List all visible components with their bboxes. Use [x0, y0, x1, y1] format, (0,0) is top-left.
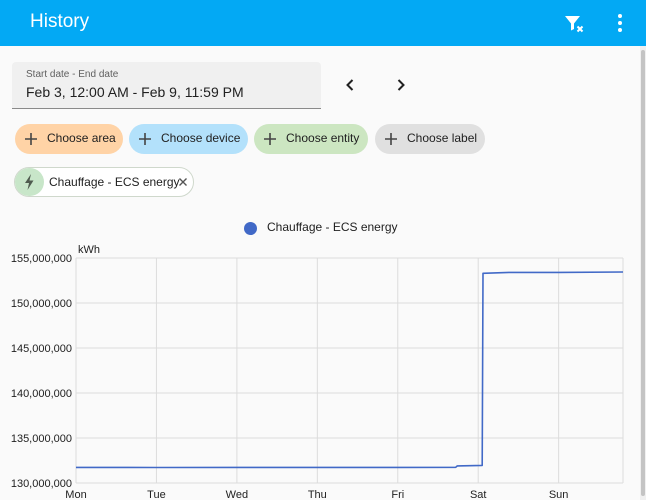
- date-range-picker[interactable]: Start date - End date Feb 3, 12:00 AM - …: [12, 62, 321, 109]
- filter-remove-icon: [565, 16, 584, 33]
- choose-label-button[interactable]: Choose label: [375, 124, 485, 154]
- dots-vertical-icon: [618, 14, 622, 32]
- y-axis-ticks: 155,000,000 150,000,000 145,000,000 140,000…: [11, 253, 72, 490]
- scrollbar-thumb[interactable]: [641, 50, 645, 496]
- x-tick-label: Sun: [549, 489, 569, 500]
- plus-icon: [385, 133, 397, 145]
- clear-filter-button[interactable]: [562, 11, 586, 35]
- y-tick-label: 135,000,000: [11, 433, 72, 445]
- lightning-bolt-icon: [25, 174, 34, 190]
- y-tick-label: 155,000,000: [11, 253, 72, 265]
- scrollbar[interactable]: [640, 46, 646, 500]
- y-tick-label: 130,000,000: [11, 478, 72, 490]
- x-axis-ticks: Mon Tue Wed Thu Fri Sat Sun: [65, 489, 568, 500]
- x-tick-label: Mon: [65, 489, 86, 500]
- y-tick-label: 145,000,000: [11, 343, 72, 355]
- selected-entity-label: Chauffage - ECS energy: [49, 175, 180, 189]
- x-tick-label: Tue: [147, 489, 166, 500]
- app-bar: History: [0, 0, 646, 46]
- x-tick-label: Thu: [308, 489, 327, 500]
- x-tick-label: Wed: [226, 489, 248, 500]
- chevron-left-icon: [346, 79, 354, 91]
- energy-history-chart: 155,000,000 150,000,000 145,000,000 140,000…: [11, 244, 624, 500]
- plus-icon: [264, 133, 276, 145]
- y-tick-label: 150,000,000: [11, 298, 72, 310]
- chevron-right-icon: [397, 79, 405, 91]
- legend-color-swatch: [244, 222, 257, 235]
- plus-icon: [139, 133, 151, 145]
- choose-device-label: Choose device: [161, 131, 241, 145]
- y-tick-label: 140,000,000: [11, 388, 72, 400]
- choose-device-button[interactable]: Choose device: [129, 124, 248, 154]
- date-range-label: Start date - End date: [26, 69, 119, 80]
- next-period-button[interactable]: [389, 73, 413, 97]
- legend-series-label: Chauffage - ECS energy: [267, 220, 398, 234]
- remove-entity-icon[interactable]: [175, 174, 191, 190]
- page-title: History: [30, 11, 90, 32]
- choose-label-label: Choose label: [407, 131, 478, 145]
- choose-area-label: Choose area: [47, 131, 116, 145]
- choose-area-button[interactable]: Choose area: [15, 124, 123, 154]
- plus-icon: [25, 133, 37, 145]
- chart-grid: [75, 257, 624, 484]
- y-axis-unit: kWh: [78, 244, 100, 256]
- overflow-menu-button[interactable]: [608, 11, 632, 35]
- date-range-value: Feb 3, 12:00 AM - Feb 9, 11:59 PM: [26, 84, 244, 100]
- choose-entity-button[interactable]: Choose entity: [254, 124, 368, 154]
- choose-entity-label: Choose entity: [286, 131, 360, 145]
- x-tick-label: Sat: [470, 489, 487, 500]
- x-tick-label: Fri: [391, 489, 404, 500]
- previous-period-button[interactable]: [338, 73, 362, 97]
- entity-icon-container: [15, 168, 44, 196]
- selected-entity-chip[interactable]: Chauffage - ECS energy: [14, 167, 194, 197]
